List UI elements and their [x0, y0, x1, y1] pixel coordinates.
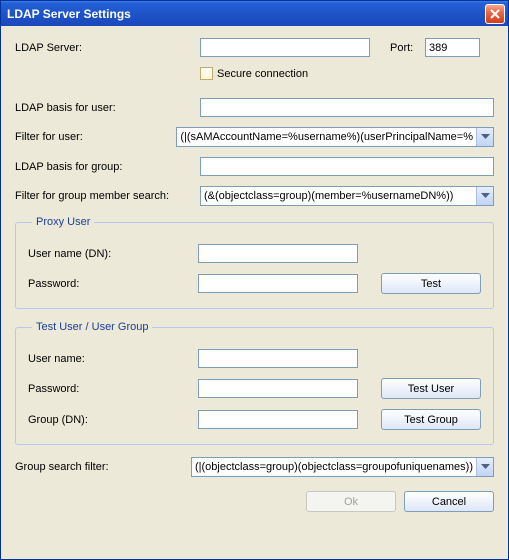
basis-group-label: LDAP basis for group:	[15, 161, 200, 173]
filter-user-label: Filter for user:	[15, 131, 176, 143]
secure-connection-label: Secure connection	[217, 68, 308, 80]
group-search-value: (|(objectclass=group)(objectclass=groupo…	[192, 458, 476, 476]
test-button[interactable]: Test	[381, 273, 481, 294]
proxy-user-legend: Proxy User	[32, 216, 94, 228]
filter-group-member-row: Filter for group member search: (&(objec…	[15, 186, 494, 206]
test-group-input[interactable]	[198, 410, 358, 429]
test-group-row: Group (DN): Test Group	[28, 409, 481, 430]
proxy-username-input[interactable]	[198, 244, 358, 263]
ldap-server-row: LDAP Server: Port:	[15, 38, 494, 57]
titlebar: LDAP Server Settings	[1, 1, 508, 26]
group-search-label: Group search filter:	[15, 461, 191, 473]
checkbox-icon	[200, 67, 213, 80]
test-username-label: User name:	[28, 353, 198, 365]
proxy-user-group: Proxy User User name (DN): Password: Tes…	[15, 216, 494, 309]
test-group-button[interactable]: Test Group	[381, 409, 481, 430]
dialog-footer: Ok Cancel	[15, 491, 494, 512]
basis-user-label: LDAP basis for user:	[15, 102, 200, 114]
basis-group-row: LDAP basis for group:	[15, 157, 494, 176]
filter-user-dropdown-button[interactable]	[476, 128, 493, 146]
group-search-row: Group search filter: (|(objectclass=grou…	[15, 457, 494, 477]
filter-group-member-dropdown-button[interactable]	[476, 187, 493, 205]
proxy-username-row: User name (DN):	[28, 244, 481, 263]
filter-user-value: (|(sAMAccountName=%username%)(userPrinci…	[177, 128, 476, 146]
dialog-content: LDAP Server: Port: Secure connection LDA…	[1, 26, 508, 522]
basis-group-input[interactable]	[200, 157, 494, 176]
proxy-username-label: User name (DN):	[28, 248, 198, 260]
test-username-input[interactable]	[198, 349, 358, 368]
test-password-label: Password:	[28, 383, 198, 395]
test-password-row: Password: Test User	[28, 378, 481, 399]
ldap-server-label: LDAP Server:	[15, 42, 200, 54]
port-input[interactable]	[425, 38, 480, 57]
close-button[interactable]	[485, 4, 505, 24]
test-password-input[interactable]	[198, 379, 358, 398]
secure-connection-checkbox[interactable]: Secure connection	[200, 67, 308, 80]
chevron-down-icon	[481, 193, 490, 199]
window-title: LDAP Server Settings	[7, 7, 485, 21]
cancel-button[interactable]: Cancel	[404, 491, 494, 512]
close-icon	[490, 9, 500, 19]
filter-user-row: Filter for user: (|(sAMAccountName=%user…	[15, 127, 494, 147]
test-group-label: Group (DN):	[28, 414, 198, 426]
group-search-combo[interactable]: (|(objectclass=group)(objectclass=groupo…	[191, 457, 494, 477]
chevron-down-icon	[481, 464, 490, 470]
filter-user-combo[interactable]: (|(sAMAccountName=%username%)(userPrinci…	[176, 127, 494, 147]
secure-row: Secure connection	[15, 67, 494, 80]
proxy-password-input[interactable]	[198, 274, 358, 293]
basis-user-row: LDAP basis for user:	[15, 98, 494, 117]
test-user-legend: Test User / User Group	[32, 321, 152, 333]
proxy-password-row: Password: Test	[28, 273, 481, 294]
test-user-button[interactable]: Test User	[381, 378, 481, 399]
proxy-password-label: Password:	[28, 278, 198, 290]
filter-group-member-value: (&(objectclass=group)(member=%usernameDN…	[201, 187, 476, 205]
filter-group-member-combo[interactable]: (&(objectclass=group)(member=%usernameDN…	[200, 186, 494, 206]
ldap-server-input[interactable]	[200, 38, 370, 57]
basis-user-input[interactable]	[200, 98, 494, 117]
filter-group-member-label: Filter for group member search:	[15, 190, 200, 202]
port-label: Port:	[390, 42, 425, 54]
ok-button[interactable]: Ok	[306, 491, 396, 512]
test-user-group: Test User / User Group User name: Passwo…	[15, 321, 494, 445]
test-username-row: User name:	[28, 349, 481, 368]
chevron-down-icon	[481, 134, 490, 140]
group-search-dropdown-button[interactable]	[476, 458, 493, 476]
